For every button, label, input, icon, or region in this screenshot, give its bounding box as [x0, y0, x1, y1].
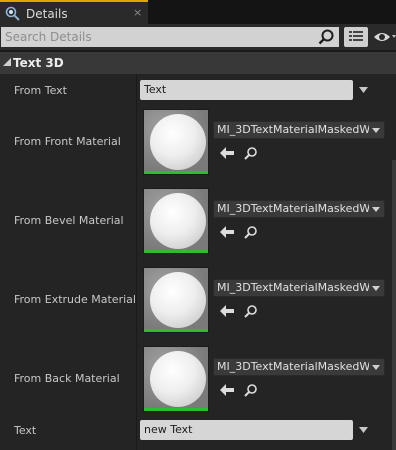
front-material-picker[interactable]: MI_3DTextMaterialMaskedWithOutline: [213, 121, 385, 139]
search-icon[interactable]: [317, 28, 335, 46]
search-bar: [0, 24, 396, 50]
bevel-material-picker[interactable]: MI_3DTextMaterialMaskedWithOutline: [213, 200, 385, 218]
browse-icon[interactable]: [244, 225, 258, 239]
tab-bar: Details ×: [0, 0, 396, 24]
use-selected-icon[interactable]: [220, 226, 234, 238]
extrude-material-picker[interactable]: MI_3DTextMaterialMaskedWithOutline: [213, 279, 385, 297]
from-text-label: From Text: [14, 84, 67, 97]
list-view-button[interactable]: [344, 27, 368, 47]
list-view-icon: [349, 31, 363, 41]
column-divider[interactable]: [136, 74, 137, 450]
front-material-label: From Front Material: [14, 135, 121, 148]
close-icon[interactable]: ×: [133, 6, 142, 19]
tab-details[interactable]: Details ×: [0, 0, 148, 24]
bevel-material-thumbnail[interactable]: [143, 188, 209, 254]
use-selected-icon[interactable]: [220, 305, 234, 317]
back-material-thumbnail[interactable]: [143, 346, 209, 412]
browse-icon[interactable]: [244, 146, 258, 160]
category-label: Text 3D: [13, 56, 64, 70]
details-icon: [5, 6, 20, 21]
dropdown-arrow-icon[interactable]: [359, 87, 368, 93]
scrollbar[interactable]: [392, 160, 396, 450]
category-text-3d[interactable]: Text 3D: [0, 52, 396, 74]
bevel-material-label: From Bevel Material: [14, 214, 124, 227]
use-selected-icon[interactable]: [220, 147, 234, 159]
text-label: Text: [14, 424, 37, 437]
back-material-picker[interactable]: MI_3DTextMaterialMaskedWithOutline: [213, 358, 385, 376]
extrude-material-thumbnail[interactable]: [143, 267, 209, 333]
from-text-field[interactable]: Text: [140, 80, 353, 100]
tab-title: Details: [26, 7, 68, 21]
extrude-material-label: From Extrude Material: [14, 293, 136, 306]
use-selected-icon[interactable]: [220, 384, 234, 396]
front-material-thumbnail[interactable]: [143, 109, 209, 175]
eye-icon[interactable]: [373, 29, 396, 45]
text-field[interactable]: new Text: [140, 420, 353, 440]
dropdown-arrow-icon[interactable]: [359, 427, 368, 433]
browse-icon[interactable]: [244, 383, 258, 397]
browse-icon[interactable]: [244, 304, 258, 318]
back-material-label: From Back Material: [14, 372, 120, 385]
expand-arrow-icon: [3, 58, 11, 66]
search-input[interactable]: [1, 27, 339, 47]
